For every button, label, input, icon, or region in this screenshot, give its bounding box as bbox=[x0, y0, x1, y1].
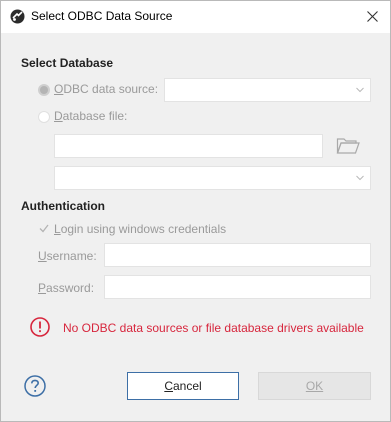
authentication-header: Authentication bbox=[21, 199, 105, 213]
odbc-source-combobox[interactable] bbox=[164, 78, 371, 102]
app-icon bbox=[10, 9, 25, 24]
error-message: No ODBC data sources or file database dr… bbox=[63, 321, 364, 335]
ok-button[interactable]: OK bbox=[258, 372, 371, 400]
ok-button-label: OK bbox=[305, 379, 324, 393]
username-input[interactable] bbox=[104, 243, 371, 267]
cancel-button-label: Cancel bbox=[164, 379, 202, 393]
cancel-button[interactable]: Cancel bbox=[127, 372, 239, 400]
windows-login-checkbox[interactable] bbox=[38, 223, 49, 234]
username-label: Username: bbox=[38, 249, 97, 263]
database-driver-combobox[interactable] bbox=[54, 166, 371, 190]
error-icon bbox=[30, 317, 50, 337]
database-file-radio[interactable] bbox=[38, 111, 50, 123]
database-file-radio-label: Database file: bbox=[54, 109, 128, 123]
window-title: Select ODBC Data Source bbox=[31, 9, 173, 23]
username-label-rest: sername: bbox=[46, 249, 97, 263]
password-input[interactable] bbox=[104, 275, 371, 299]
windows-login-label-rest: ogin using windows credentials bbox=[60, 222, 227, 236]
close-icon bbox=[366, 11, 378, 22]
password-label: Password: bbox=[38, 281, 95, 295]
chevron-down-icon bbox=[356, 175, 364, 181]
odbc-radio[interactable] bbox=[38, 84, 50, 96]
database-file-label-rest: atabase file: bbox=[62, 109, 128, 123]
folder-icon[interactable] bbox=[336, 137, 360, 155]
odbc-radio-label: ODBC data source: bbox=[54, 82, 159, 96]
windows-login-label: Login using windows credentials bbox=[54, 222, 227, 236]
odbc-radio-label-rest: DBC data source: bbox=[63, 82, 159, 96]
title-bar: Select ODBC Data Source bbox=[1, 1, 390, 33]
password-label-rest: assword: bbox=[46, 281, 95, 295]
dialog-window: Select ODBC Data Source Select Database … bbox=[0, 0, 391, 422]
close-button[interactable] bbox=[354, 1, 390, 32]
database-file-path-input[interactable] bbox=[54, 134, 323, 158]
select-database-header: Select Database bbox=[21, 56, 114, 70]
help-icon[interactable] bbox=[24, 375, 46, 397]
chevron-down-icon bbox=[356, 87, 364, 93]
checkmark-icon bbox=[39, 224, 49, 233]
